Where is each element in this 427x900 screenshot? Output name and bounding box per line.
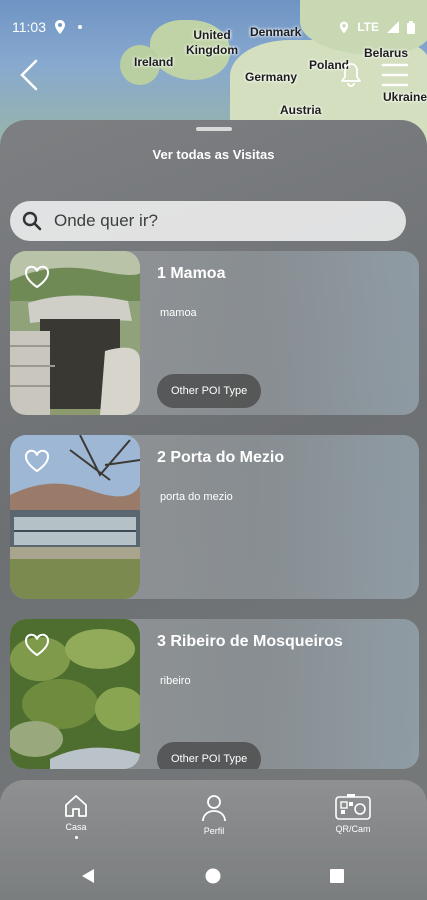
signal-icon	[387, 21, 399, 33]
active-indicator	[74, 836, 78, 839]
poi-title: 2 Porta do Mezio	[157, 449, 285, 466]
qr-camera-icon	[335, 794, 371, 820]
sheet-title: Ver todas as Visitas	[152, 147, 275, 162]
system-recents-icon[interactable]	[329, 868, 345, 884]
battery-icon	[407, 20, 415, 34]
home-icon	[65, 795, 87, 817]
poi-card[interactable]: 1 Mamoa mamoa Other POI Type	[10, 251, 419, 415]
user-icon	[202, 795, 226, 822]
nav-profile-label: Perfil	[203, 826, 225, 836]
map-label-germany: Germany	[245, 70, 298, 84]
poi-type-badge: Other POI Type	[157, 742, 262, 769]
poi-type-badge: Other POI Type	[157, 374, 262, 408]
heart-outline-icon[interactable]	[24, 449, 50, 473]
poi-title: 3 Ribeiro de Mosqueiros	[157, 633, 343, 650]
location-icon	[340, 21, 349, 33]
heart-outline-icon[interactable]	[24, 265, 50, 289]
poi-description: ribeiro	[160, 675, 191, 687]
bottom-navigation: Casa Perfil QR/Cam	[0, 780, 427, 900]
nav-profile[interactable]: Perfil	[196, 794, 232, 836]
status-bar: 11:03 LTE	[12, 16, 415, 38]
chevron-left-icon	[20, 59, 38, 91]
menu-button[interactable]	[381, 62, 409, 88]
poi-card[interactable]: 3 Ribeiro de Mosqueiros ribeiro Other PO…	[10, 619, 419, 769]
poi-description: porta do mezio	[160, 491, 233, 503]
heart-outline-icon[interactable]	[24, 633, 50, 657]
network-type: LTE	[357, 20, 379, 34]
sheet-drag-handle[interactable]	[196, 127, 232, 131]
location-icon	[55, 20, 65, 34]
poi-card[interactable]: 2 Porta do Mezio porta do mezio	[10, 435, 419, 599]
search-bar[interactable]	[10, 201, 406, 241]
nav-qr-camera[interactable]: QR/Cam	[330, 794, 376, 834]
search-input[interactable]	[54, 211, 374, 231]
nav-home[interactable]: Casa	[58, 794, 94, 839]
bell-icon	[341, 63, 361, 87]
map-label-austria: Austria	[280, 103, 322, 117]
search-icon	[22, 211, 42, 231]
map-label-belarus: Belarus	[364, 46, 409, 60]
map-label-ukraine: Ukraine	[383, 90, 427, 104]
nav-qr-label: QR/Cam	[335, 824, 371, 834]
map-label-ireland: Ireland	[134, 55, 174, 69]
poi-description: mamoa	[160, 307, 197, 319]
notifications-button[interactable]	[340, 62, 362, 88]
nav-home-label: Casa	[65, 822, 87, 832]
system-home-icon[interactable]	[205, 868, 221, 884]
poi-title: 1 Mamoa	[157, 265, 226, 282]
system-back-icon[interactable]	[80, 868, 96, 884]
status-time: 11:03	[12, 19, 46, 35]
back-button[interactable]	[16, 58, 42, 92]
notification-dot-icon	[78, 25, 82, 29]
hamburger-icon	[381, 63, 409, 87]
